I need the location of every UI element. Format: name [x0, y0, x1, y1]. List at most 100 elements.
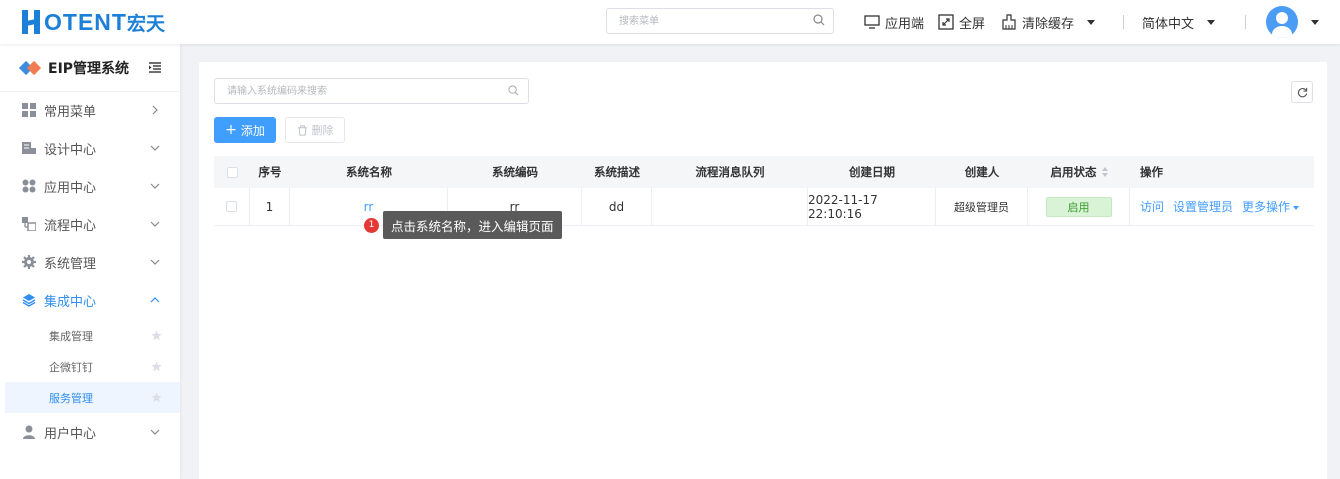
col-status-label: 启用状态	[1050, 165, 1097, 179]
sidebar-item-label: 集成中心	[44, 294, 97, 310]
select-all-cell[interactable]	[214, 156, 250, 188]
sidebar-header: EIP管理系统	[0, 44, 180, 92]
sidebar-subitem-wecom-dingtalk[interactable]: 企微钉钉	[5, 351, 180, 382]
row-index: 1	[250, 188, 290, 225]
row-status-cell: 启用	[1028, 188, 1130, 225]
row-operations: 访问 设置管理员 更多操作	[1130, 188, 1314, 225]
caret-down-icon	[1293, 205, 1300, 210]
top-header: OTENT 宏天 应用端 全屏 清除缓存 简体中文	[0, 0, 1340, 44]
sidebar-subitem-label: 集成管理	[49, 329, 93, 343]
chevron-down-icon	[1087, 19, 1096, 25]
set-admin-link[interactable]: 设置管理员	[1173, 198, 1233, 215]
logo-h-mark	[22, 10, 44, 34]
sidebar-item-label: 常用菜单	[44, 104, 97, 120]
col-flow-queue: 流程消息队列	[695, 165, 765, 179]
sidebar-subitem-service-management[interactable]: 服务管理	[5, 382, 180, 413]
col-creator: 创建人	[964, 165, 1000, 179]
grid-icon	[22, 103, 36, 117]
menu-fold-icon[interactable]	[149, 62, 161, 73]
user-menu[interactable]	[1266, 6, 1320, 38]
chevron-down-icon	[150, 259, 160, 265]
sidebar-item-label: 系统管理	[44, 256, 97, 272]
layers-icon	[22, 293, 36, 307]
search-icon[interactable]	[508, 85, 519, 96]
language-select[interactable]: 简体中文	[1142, 13, 1216, 32]
row-checkbox[interactable]	[226, 201, 237, 212]
col-system-code: 系统编码	[492, 165, 538, 179]
fullscreen-icon	[938, 14, 954, 30]
menu-search-box[interactable]	[606, 8, 834, 34]
sidebar-item-design-center[interactable]: 设计中心	[0, 130, 180, 166]
sidebar-subitem-label: 企微钉钉	[49, 360, 93, 374]
user-icon	[22, 425, 36, 439]
row-created-date: 2022-11-17 22:10:16	[808, 188, 936, 225]
language-label: 简体中文	[1142, 16, 1195, 32]
step-badge: 1	[364, 217, 379, 233]
sidebar-item-flow-center[interactable]: 流程中心	[0, 206, 180, 242]
sidebar-item-system-management[interactable]: 系统管理	[0, 244, 180, 280]
chevron-down-icon	[1207, 19, 1216, 25]
star-icon[interactable]	[151, 392, 162, 403]
guide-tooltip: 1 点击系统名称，进入编辑页面	[364, 211, 562, 239]
avatar[interactable]	[1266, 6, 1299, 38]
clear-cache-button[interactable]: 清除缓存	[1001, 13, 1096, 32]
add-button[interactable]: + 添加	[214, 117, 276, 143]
col-created-date: 创建日期	[849, 165, 895, 179]
menu-search-input[interactable]	[607, 9, 797, 33]
row-system-desc: dd	[582, 188, 652, 225]
chevron-down-icon	[150, 221, 160, 227]
logo-text: OTENT	[44, 8, 127, 35]
gear-icon	[22, 255, 36, 269]
sidebar: EIP管理系统 常用菜单 设计中心 应用中心 流程中心 系统管理 集成中心 集成…	[0, 44, 180, 479]
system-logo-icon	[18, 60, 44, 75]
trash-icon	[297, 124, 307, 136]
tooltip-text: 点击系统名称，进入编辑页面	[383, 211, 562, 239]
app-end-button[interactable]: 应用端	[864, 13, 924, 32]
plus-icon: +	[225, 122, 237, 138]
flow-icon	[22, 217, 36, 231]
row-select-cell[interactable]	[214, 188, 250, 225]
sidebar-item-integration-center[interactable]: 集成中心	[0, 282, 180, 318]
sidebar-item-user-center[interactable]: 用户中心	[0, 414, 180, 450]
star-icon[interactable]	[151, 330, 162, 341]
col-system-name: 系统名称	[346, 165, 392, 179]
fullscreen-button[interactable]: 全屏	[938, 13, 985, 32]
search-icon[interactable]	[813, 14, 825, 26]
refresh-button[interactable]	[1291, 81, 1313, 103]
star-icon[interactable]	[151, 361, 162, 372]
refresh-icon	[1297, 87, 1307, 97]
row-flow-queue	[652, 188, 808, 225]
sidebar-item-app-center[interactable]: 应用中心	[0, 168, 180, 204]
system-code-search-input[interactable]	[215, 79, 495, 103]
sidebar-item-common-menu[interactable]: 常用菜单	[0, 92, 180, 128]
divider	[1123, 15, 1125, 29]
sidebar-item-label: 设计中心	[44, 142, 97, 158]
broom-icon	[1002, 14, 1016, 30]
sort-icon[interactable]	[1101, 167, 1108, 177]
more-actions-label: 更多操作	[1242, 200, 1291, 214]
sidebar-item-label: 应用中心	[44, 180, 97, 196]
app-end-label: 应用端	[885, 16, 925, 32]
more-actions-dropdown[interactable]: 更多操作	[1242, 198, 1300, 215]
system-code-search-box[interactable]	[214, 78, 529, 104]
delete-label: 删除	[311, 124, 334, 137]
fullscreen-label: 全屏	[959, 16, 986, 32]
row-creator: 超级管理员	[936, 188, 1028, 225]
sidebar-item-label: 流程中心	[44, 218, 97, 234]
chevron-down-icon	[150, 429, 160, 435]
col-system-desc: 系统描述	[594, 165, 640, 179]
top-actions: 应用端 全屏 清除缓存 简体中文	[864, 0, 1320, 44]
add-label: 添加	[240, 123, 265, 138]
chevron-down-icon	[1311, 19, 1320, 25]
visit-link[interactable]: 访问	[1140, 198, 1164, 215]
delete-button[interactable]: 删除	[285, 117, 345, 143]
col-status[interactable]: 启用状态	[1028, 156, 1130, 188]
sidebar-subitem-integration-management[interactable]: 集成管理	[5, 320, 180, 351]
apps-icon	[22, 179, 36, 193]
clear-cache-label: 清除缓存	[1022, 16, 1075, 32]
sidebar-item-label: 用户中心	[44, 426, 97, 442]
col-operations: 操作	[1140, 165, 1163, 179]
hotent-logo[interactable]: OTENT 宏天	[22, 8, 165, 36]
select-all-checkbox[interactable]	[226, 166, 238, 178]
chevron-down-icon	[150, 145, 160, 151]
